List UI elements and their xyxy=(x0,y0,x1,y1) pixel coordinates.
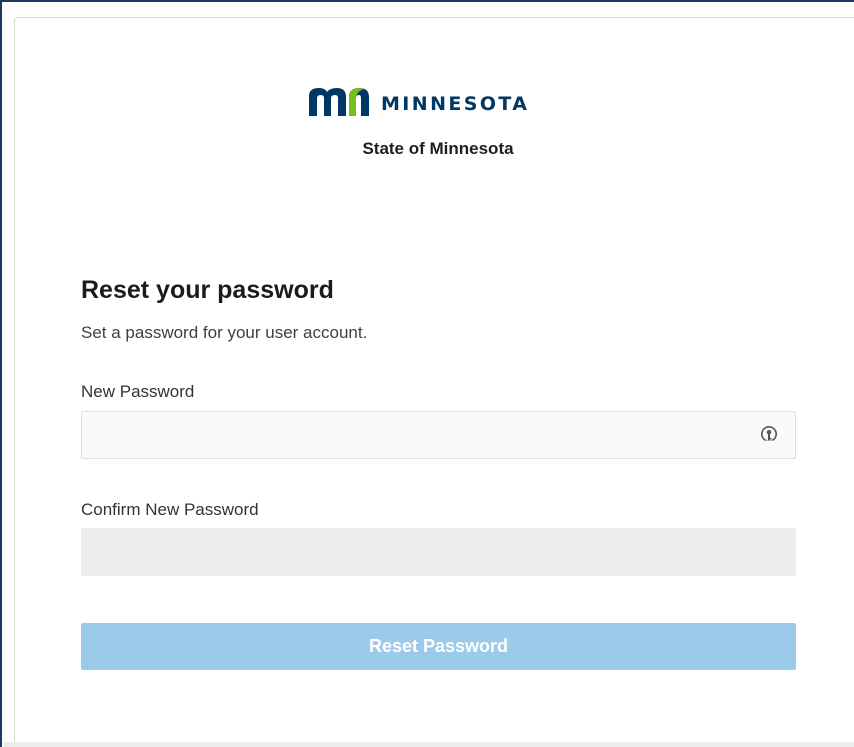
form-description: Set a password for your user account. xyxy=(81,323,368,342)
confirm-password-input[interactable] xyxy=(81,528,796,576)
new-password-label: New Password xyxy=(81,382,195,401)
confirm-password-label: Confirm New Password xyxy=(81,500,259,519)
window-frame: MINNESOTA State of Minnesota Reset your … xyxy=(0,0,854,747)
reset-password-button[interactable]: Reset Password xyxy=(81,623,796,670)
logo-wordmark: MINNESOTA xyxy=(381,92,530,115)
minnesota-logo: MINNESOTA xyxy=(309,86,529,116)
password-manager-key-icon[interactable] xyxy=(760,425,778,445)
new-password-input[interactable] xyxy=(81,411,796,459)
page-title: Reset your password xyxy=(81,276,334,304)
organization-name: State of Minnesota xyxy=(362,139,514,158)
mn-logo-mark-icon xyxy=(309,88,369,116)
bottom-shadow xyxy=(4,742,854,747)
